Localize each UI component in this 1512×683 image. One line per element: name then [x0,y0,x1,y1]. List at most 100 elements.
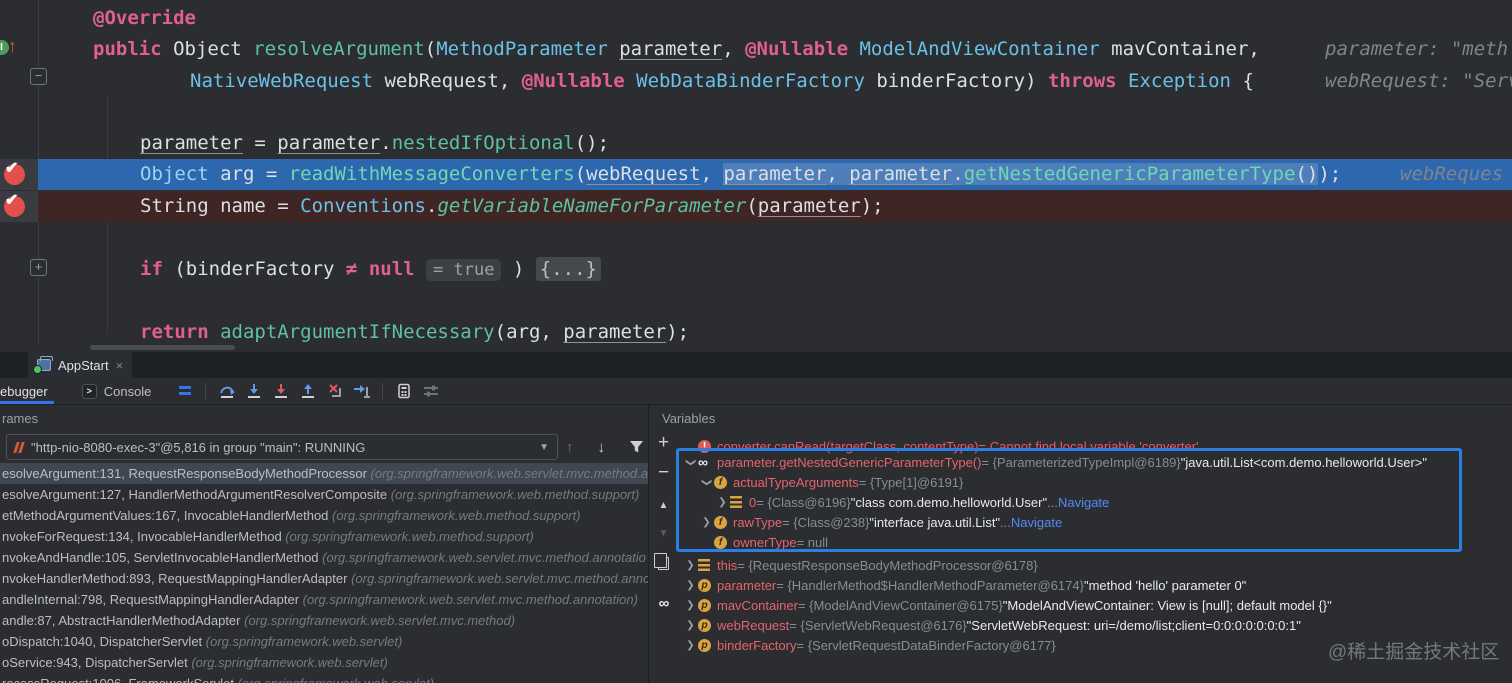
settings-button[interactable] [417,380,444,403]
show-watches-button[interactable]: ∞ [650,591,677,615]
variable-value: = {Type[1]@6191} [858,474,964,490]
frame-row[interactable]: oService:943, DispatcherServlet (org.spr… [0,652,648,673]
chevron-open-icon[interactable]: ❯ [685,455,696,470]
breakpoint-verified-icon[interactable]: ✔ [4,160,25,185]
tab-appstart[interactable]: AppStart × [28,352,133,378]
code-token: public [93,38,174,60]
variable-row[interactable]: ❯ ∞ parameter.getNestedGenericParameterTyp… [677,452,1512,472]
code-token: , [826,163,850,185]
duplicate-watch-button[interactable] [650,551,677,575]
frame-package: (org.springframework.web.servlet) [205,634,403,649]
fold-expand-icon[interactable]: + [30,259,47,276]
fold-collapse-icon[interactable]: − [30,68,47,85]
tab-debugger[interactable]: ebugger [0,378,60,404]
add-watch-button[interactable]: + [650,431,677,455]
variable-row[interactable]: ❯ 0 = {Class@6196} "class com.demo.hellow… [677,492,1512,512]
frame-row[interactable]: nvokeAndHandle:105, ServletInvocableHand… [0,547,648,568]
code-token: return [140,321,221,343]
variable-row[interactable]: ❯ p webRequest = {ServletWebRequest@6176} … [677,615,1512,635]
variable-name: parameter [717,577,777,593]
step-into-button[interactable] [240,380,267,403]
layout-options-button[interactable] [171,380,198,403]
chevron-closed-icon[interactable]: ❯ [683,640,698,651]
frame-package: (org.springframework.web.method.support) [285,529,534,544]
step-over-button[interactable] [213,380,240,403]
variable-value: = {HandlerMethod$HandlerMethodParameter@… [776,577,1084,593]
code-token: ); [1318,163,1342,185]
evaluate-expression-button[interactable] [390,380,417,403]
previous-frame-button[interactable]: ↑ [566,439,574,456]
code-line[interactable]: public Object resolveArgument(MethodPara… [0,34,1512,65]
frame-row[interactable]: andle:87, AbstractHandlerMethodAdapter (… [0,610,648,631]
frame-location: nvokeForRequest:134, InvocableHandlerMet… [2,529,286,544]
frame-row[interactable]: andleInternal:798, RequestMappingHandler… [0,589,648,610]
code-token: parameter [757,195,861,217]
move-watch-down-button[interactable]: ▼ [650,521,677,545]
variable-row[interactable]: ❯ p mavContainer = {ModelAndViewContainer@… [677,595,1512,615]
debugger-content: rames "http-nio-8080-exec-3"@5,816 in gr… [0,405,1512,683]
code-line[interactable]: Object arg = readWithMessageConverters(w… [0,159,1512,190]
chevron-closed-icon[interactable]: ❯ [683,620,698,631]
code-token: parameter [849,163,953,185]
toolbar-separator [205,383,207,399]
force-step-into-button[interactable] [267,380,294,403]
thread-selector[interactable]: "http-nio-8080-exec-3"@5,816 in group "m… [6,434,558,460]
frame-row[interactable]: etMethodArgumentValues:167, InvocableHan… [0,505,648,526]
frame-row[interactable]: rocessRequest:1006, FrameworkServlet (or… [0,673,648,683]
chevron-closed-icon[interactable]: ❯ [683,600,698,611]
variable-row[interactable]: ❯ f actualTypeArguments = {Type[1]@6191} [677,472,1512,492]
code-token: parameter [723,163,827,185]
code-editor[interactable]: @Override public Object resolveArgument(M… [0,0,1512,352]
filter-icon[interactable] [629,440,644,454]
drop-frame-button[interactable] [321,380,348,403]
code-token: ); [860,195,884,217]
variable-name: this [717,557,738,573]
code-token: (); [574,132,610,154]
code-token: { [1242,70,1254,92]
next-frame-button[interactable]: ↓ [598,439,606,456]
step-out-button[interactable] [294,380,321,403]
chevron-closed-icon[interactable]: ❯ [683,580,698,591]
code-token: ( [746,195,758,217]
chevron-closed-icon[interactable]: ❯ [699,517,714,528]
frames-list: esolveArgument:131, RequestResponseBodyM… [0,463,648,683]
frame-row[interactable]: oDispatch:1040, DispatcherServlet (org.s… [0,631,648,652]
variable-row[interactable]: ❯ p parameter = {HandlerMethod$HandlerMeth… [677,575,1512,595]
variable-row[interactable]: ❯ f rawType = {Class@238} "interface java.… [677,512,1512,532]
editor-horizontal-scrollbar[interactable] [90,345,235,350]
value-icon [698,559,717,571]
code-token: Conventions [300,195,427,217]
override-method-icon[interactable]: I ↑ [0,36,17,58]
variable-name: rawType [733,514,783,530]
frame-row[interactable]: esolveArgument:131, RequestResponseBodyM… [0,463,648,484]
close-icon[interactable]: × [116,358,124,373]
frame-row[interactable]: esolveArgument:127, HandlerMethodArgumen… [0,484,648,505]
tab-console[interactable]: > Console [81,383,151,399]
code-token: name [220,195,278,217]
chevron-closed-icon[interactable]: ❯ [683,560,698,571]
code-line[interactable]: @Override [0,3,1512,34]
navigate-link[interactable]: Navigate [1058,495,1109,510]
remove-watch-button[interactable]: − [650,461,677,485]
code-line[interactable]: return adaptArgumentIfNecessary(arg, par… [0,317,1512,348]
navigate-link[interactable]: Navigate [1011,515,1062,530]
sliders-icon [423,385,438,397]
chevron-open-icon[interactable]: ❯ [701,475,712,490]
frame-row[interactable]: nvokeForRequest:134, InvocableHandlerMet… [0,526,648,547]
copy-icon [654,552,669,570]
code-line[interactable]: parameter = parameter.nestedIfOptional()… [0,128,1512,159]
variable-row[interactable]: ❯ this = {RequestResponseBodyMethodProces… [677,555,1512,575]
breakpoint-verified-icon[interactable]: ✔ [4,192,25,217]
thread-icon [15,442,24,453]
code-line[interactable]: if (binderFactory ≠ null = true ) {...} [0,254,1512,285]
chevron-closed-icon[interactable]: ❯ [715,497,730,508]
code-line[interactable]: String name = Conventions.getVariableNam… [0,191,1512,222]
code-line[interactable]: NativeWebRequest webRequest, @Nullable W… [0,66,1512,97]
frame-row[interactable]: nvokeHandlerMethod:893, RequestMappingHa… [0,568,648,589]
step-into-icon [247,384,260,398]
move-watch-up-button[interactable]: ▲ [650,493,677,517]
run-to-cursor-button[interactable] [348,380,375,403]
variable-row[interactable]: f ownerType = null [677,532,1512,552]
variable-value: ... [1047,494,1058,510]
code-token: , [700,163,724,185]
